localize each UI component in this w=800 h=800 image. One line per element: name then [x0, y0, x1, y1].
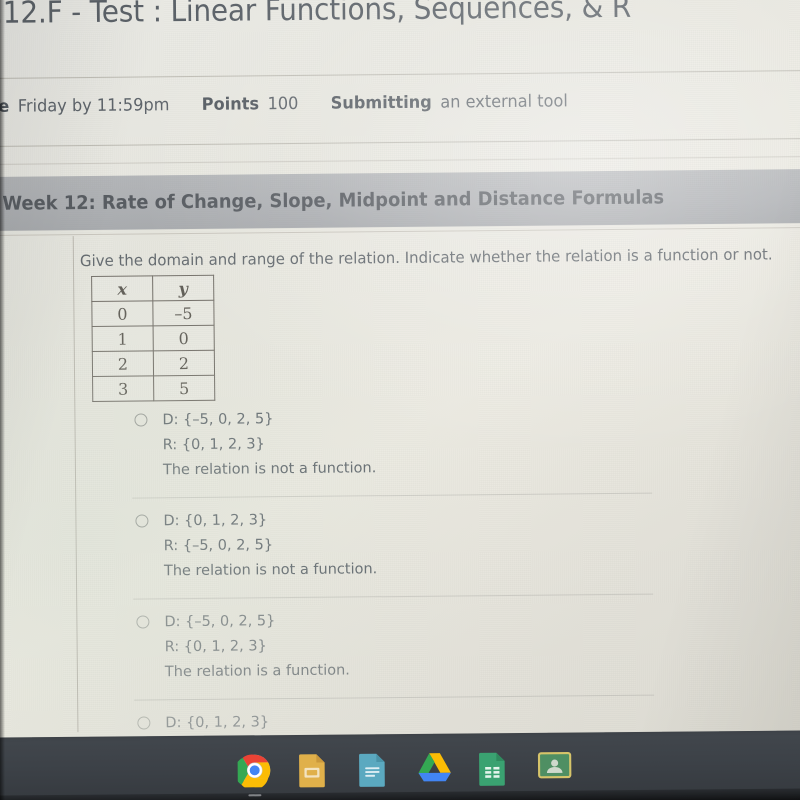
- table-row: 3 5: [92, 375, 215, 402]
- google-slides-icon[interactable]: [298, 753, 332, 788]
- answer-option-3-text: D: {–5, 0, 2, 5} R: {0, 1, 2, 3} The rel…: [164, 606, 654, 686]
- google-drive-icon[interactable]: [418, 752, 452, 786]
- table-row: 2 2: [92, 350, 215, 377]
- google-classroom-icon[interactable]: [537, 751, 572, 785]
- google-sheets-icon[interactable]: [478, 751, 512, 786]
- shelf-item-chrome[interactable]: [234, 753, 272, 797]
- submitting-label: Submitting: [330, 92, 432, 114]
- table-header-y: y: [152, 275, 214, 301]
- table-cell-x: 3: [92, 375, 154, 402]
- week-banner: Week 12: Rate of Change, Slope, Midpoint…: [0, 168, 800, 231]
- points-value: 100: [267, 93, 299, 115]
- shelf-item-classroom[interactable]: [537, 751, 572, 785]
- answer-option-3[interactable]: D: {–5, 0, 2, 5} R: {0, 1, 2, 3} The rel…: [133, 605, 655, 701]
- table-header-x: x: [91, 275, 153, 302]
- assignment-meta: Due Friday by 11:59pm Points 100 Submitting a…: [0, 91, 568, 117]
- option-2-verdict: The relation is not a function.: [163, 561, 378, 580]
- shelf-item-sheets[interactable]: [478, 751, 512, 786]
- table-cell-x: 0: [91, 300, 154, 327]
- radio-button-1[interactable]: [134, 413, 148, 427]
- table-header-row: x y: [91, 275, 214, 302]
- week-banner-title: Week 12: Rate of Change, Slope, Midpoint…: [2, 186, 665, 215]
- option-1-verdict: The relation is not a function.: [162, 460, 377, 479]
- table-cell-y: 0: [153, 325, 215, 351]
- table-cell-y: 2: [153, 350, 215, 376]
- chrome-icon[interactable]: [234, 753, 272, 790]
- answer-option-1-text: D: {–5, 0, 2, 5} R: {0, 1, 2, 3} The rel…: [162, 404, 652, 484]
- shelf-item-slides[interactable]: [298, 753, 332, 788]
- answer-option-2-text: D: {0, 1, 2, 3} R: {–5, 0, 2, 5} The rel…: [163, 505, 653, 585]
- points-label: Points: [201, 94, 260, 115]
- option-3-verdict: The relation is a function.: [164, 662, 350, 681]
- radio-button-2[interactable]: [135, 514, 149, 528]
- google-docs-icon[interactable]: [358, 752, 392, 787]
- table-row: 0 –5: [91, 300, 215, 327]
- answer-option-1[interactable]: D: {–5, 0, 2, 5} R: {0, 1, 2, 3} The rel…: [131, 403, 653, 499]
- table-cell-x: 2: [92, 350, 154, 377]
- table-row: 1 0: [92, 325, 215, 352]
- answer-option-2[interactable]: D: {0, 1, 2, 3} R: {–5, 0, 2, 5} The rel…: [132, 504, 654, 600]
- chromebook-shelf: [0, 730, 800, 800]
- divider-meta-bottom: [0, 137, 800, 147]
- due-label: Due: [0, 96, 10, 118]
- divider-top: [0, 69, 800, 79]
- due-value: Friday by 11:59pm: [17, 95, 170, 117]
- radio-button-3[interactable]: [136, 615, 150, 629]
- submitting-value: an external tool: [440, 91, 568, 113]
- radio-button-4[interactable]: [137, 716, 151, 730]
- shelf-item-docs[interactable]: [358, 752, 392, 787]
- table-cell-x: 1: [92, 325, 154, 352]
- relation-table: x y 0 –5 1 0 2 2 3 5: [91, 274, 216, 402]
- shelf-item-drive[interactable]: [418, 752, 452, 786]
- table-cell-y: –5: [152, 300, 215, 326]
- page-title: 3.12.F - Test : Linear Functions, Sequen…: [0, 0, 632, 32]
- table-cell-y: 5: [153, 375, 215, 401]
- chromebook-screen: 3.12.F - Test : Linear Functions, Sequen…: [0, 0, 800, 781]
- divider-banner-top: [0, 155, 800, 165]
- screen-photo: 3.12.F - Test : Linear Functions, Sequen…: [0, 0, 800, 800]
